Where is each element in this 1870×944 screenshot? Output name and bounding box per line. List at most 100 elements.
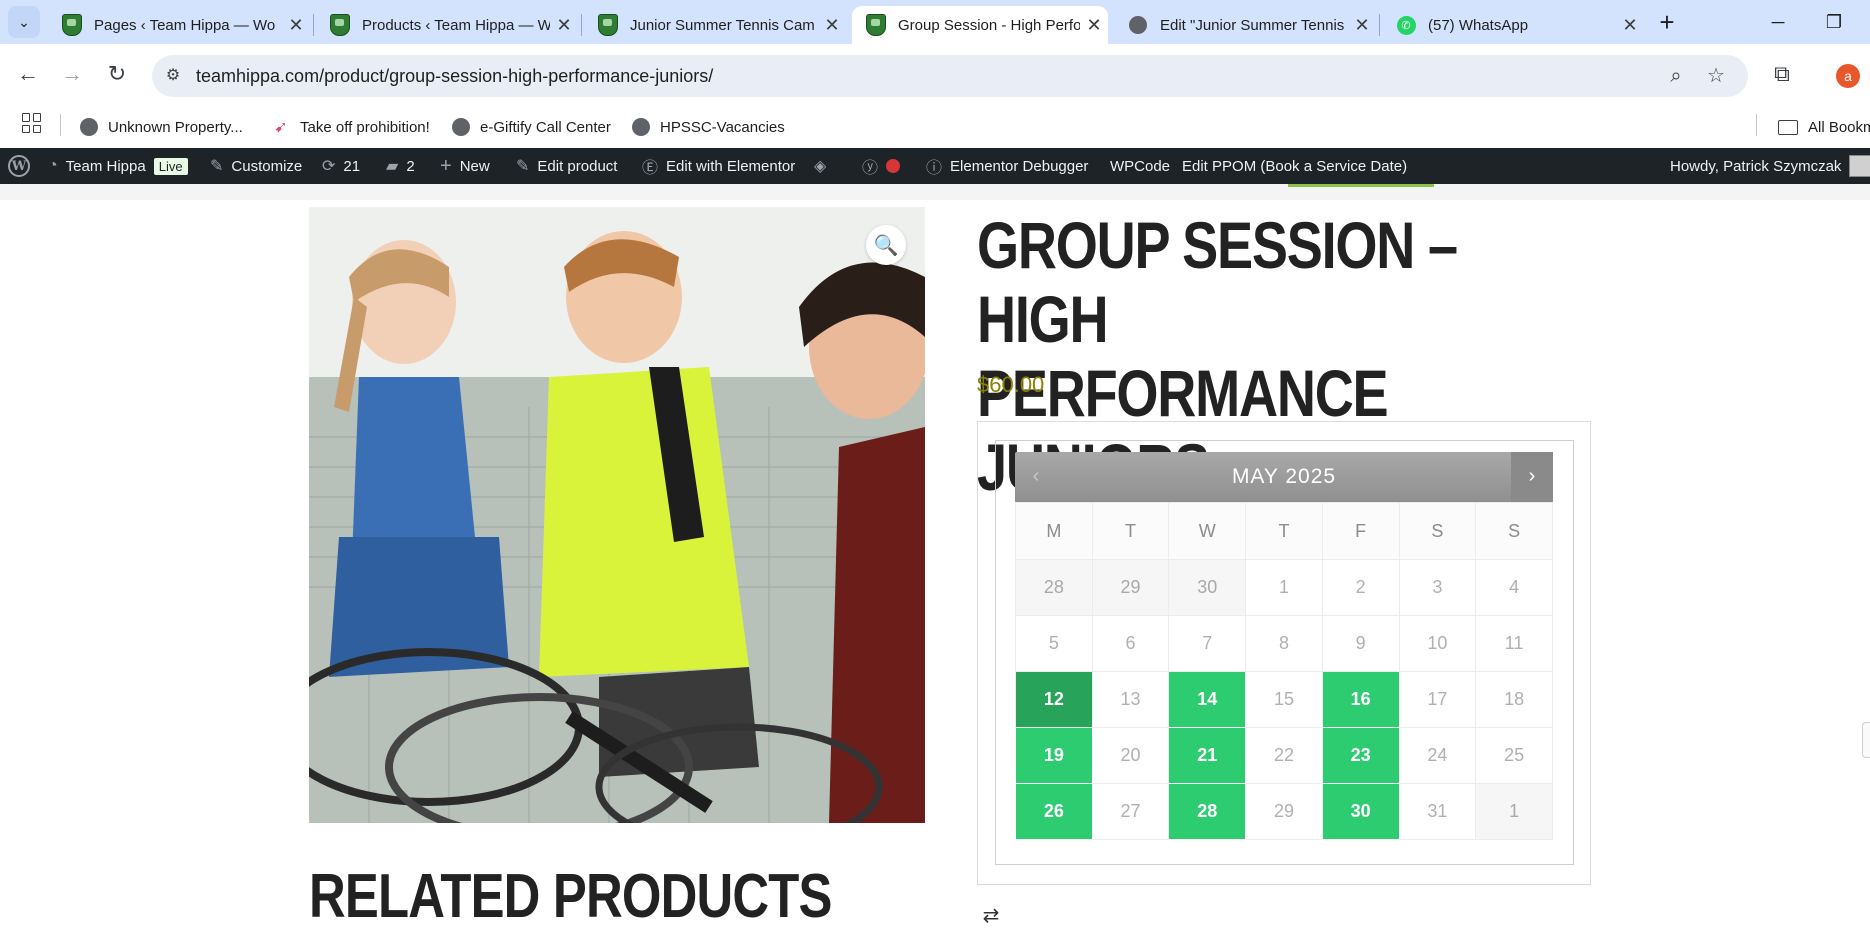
address-bar[interactable]: ⚙ teamhippa.com/product/group-session-hi… [152,55,1748,97]
wp-logo-menu[interactable]: W [8,148,30,184]
minimize-window-icon[interactable]: ─ [1754,6,1802,38]
wp-diamond-menu[interactable]: ◈ [814,148,834,184]
elementor-icon: Ⓔ [642,160,659,177]
calendar-weekday: S [1398,502,1477,560]
new-label: New [459,157,490,175]
url-path: /product/group-session-high-performance-… [319,66,714,86]
extensions-puzzle-icon[interactable]: ⧉ [1768,60,1796,88]
all-bookmarks-label: All Bookm [1808,118,1870,136]
close-tab-icon[interactable]: ✕ [1616,15,1644,36]
calendar-day-available[interactable]: 21 [1168,727,1247,784]
info-icon: ⓘ [926,160,943,177]
calendar-day: 20 [1091,727,1170,784]
restore-window-icon[interactable]: ❐ [1810,6,1858,38]
brush-icon: ✎ [210,158,224,175]
tab-pages[interactable]: Pages ‹ Team Hippa — Wo ✕ [48,6,310,44]
bookmark-e-giftify[interactable]: e-Giftify Call Center [452,112,611,142]
calendar-day-available[interactable]: 26 [1015,783,1093,840]
close-tab-icon[interactable]: ✕ [1348,15,1376,36]
calendar-next-month-button[interactable]: › [1511,452,1553,502]
tab-products[interactable]: Products ‹ Team Hippa — W ✕ [316,6,578,44]
repeat-icon[interactable]: ⇄ [980,905,1002,927]
team-hippa-favicon-icon [330,14,350,36]
whatsapp-favicon-icon: ✆ [1396,15,1416,35]
wp-site-name[interactable]: ◔ Team Hippa Live [48,148,188,184]
bookmark-unknown-property[interactable]: Unknown Property... [80,112,243,142]
calendar-weekday: W [1168,502,1247,560]
calendar-day: 28 [1015,559,1093,616]
calendar-day-available[interactable]: 19 [1015,727,1093,784]
calendar-weekday: T [1245,502,1323,560]
product-image[interactable] [309,207,925,823]
diamond-icon: ◈ [814,158,827,175]
calendar-day: 13 [1091,671,1170,728]
wp-yoast-seo[interactable]: ⓨ [862,148,901,184]
calendar-day: 1 [1245,559,1323,616]
plus-icon: + [440,154,452,177]
close-tab-icon[interactable]: ✕ [1080,15,1108,36]
apps-grid-icon[interactable] [22,113,42,133]
tab-junior-summer-tennis[interactable]: Junior Summer Tennis Cam ✕ [584,6,846,44]
calendar-day-available[interactable]: 16 [1321,671,1400,728]
globe-favicon-icon [1128,15,1148,35]
calendar-day: 6 [1091,615,1170,672]
tab-edit-junior-summer[interactable]: Edit "Junior Summer Tennis ✕ [1114,6,1376,44]
tab-whatsapp[interactable]: ✆ (57) WhatsApp ✕ [1382,6,1644,44]
tab-group-session[interactable]: Group Session - High Perfo ✕ [852,6,1108,44]
tab-title: (57) WhatsApp [1428,16,1529,34]
pencil-icon: ✎ [516,158,530,175]
bookmark-label: Unknown Property... [108,118,243,136]
calendar-day-selected[interactable]: 12 [1015,671,1093,728]
calendar-day: 30 [1168,559,1247,616]
new-tab-icon[interactable]: + [1652,8,1682,38]
related-products-heading: RELATED PRODUCTS [309,862,832,931]
calendar-day-available[interactable]: 14 [1168,671,1247,728]
close-tab-icon[interactable]: ✕ [818,15,846,36]
profile-avatar[interactable]: a [1836,64,1860,88]
wp-customize[interactable]: ✎ Customize [210,148,302,184]
wp-edit-with-elementor[interactable]: Ⓔ Edit with Elementor [642,148,795,184]
team-hippa-favicon-icon [866,14,886,36]
forward-arrow-icon[interactable]: → [56,58,88,90]
side-scroll-handle[interactable] [1862,722,1870,758]
zoom-icon[interactable]: ⌕ [1664,64,1688,88]
site-info-icon[interactable]: ⚙ [162,65,184,87]
seo-status-dot [886,159,901,173]
wp-edit-ppom[interactable]: Edit PPOM (Book a Service Date) [1182,148,1407,184]
wp-elementor-debugger[interactable]: ⓘ Elementor Debugger [926,148,1088,184]
wp-new[interactable]: + New [440,148,490,184]
wordpress-logo-icon: W [8,155,30,177]
all-bookmarks[interactable]: All Bookm [1778,112,1870,142]
page-header-strip [0,184,1870,200]
wp-my-account[interactable]: Howdy, Patrick Szymczak [1670,148,1870,184]
bookmark-take-off-prohibition[interactable]: ➹ Take off prohibition! [272,112,430,142]
calendar-day-available[interactable]: 23 [1321,727,1400,784]
wp-admin-bar: W ◔ Team Hippa Live ✎ Customize ⟳ 21 ▰ 2… [0,148,1870,184]
calendar-day-available[interactable]: 30 [1321,783,1400,840]
calendar-day: 4 [1475,559,1553,616]
wp-edit-product[interactable]: ✎ Edit product [516,148,617,184]
calendar-day: 17 [1398,671,1477,728]
bookmark-hpssc-vacancies[interactable]: HPSSC-Vacancies [632,112,785,142]
magnify-zoom-icon[interactable]: 🔍 [866,225,906,265]
wp-comments[interactable]: ▰ 2 [386,148,415,184]
reload-icon[interactable]: ↻ [101,58,133,90]
calendar-weekday: M [1015,502,1093,560]
calendar-day-available[interactable]: 28 [1168,783,1247,840]
bookmark-star-icon[interactable]: ☆ [1704,64,1728,88]
close-tab-icon[interactable]: ✕ [550,15,578,36]
booking-calendar: ‹ MAY 2025 › MTWTFSS 28 29 30 1 2 3 4 5 6 7 8 9 10 11… [1015,452,1553,840]
url-text[interactable]: teamhippa.com/product/group-session-high… [196,66,713,87]
tab-search-button[interactable]: ⌄ [8,6,40,38]
globe-icon [80,118,98,136]
edit-elementor-label: Edit with Elementor [666,157,796,175]
close-tab-icon[interactable]: ✕ [282,15,310,36]
calendar-weekday: T [1091,502,1170,560]
calendar-weekday: F [1321,502,1400,560]
back-arrow-icon[interactable]: ← [12,58,44,90]
wp-wpcode[interactable]: WPCode [1110,148,1170,184]
globe-icon [632,118,650,136]
elementor-debugger-label: Elementor Debugger [950,157,1089,175]
calendar-day: 2 [1321,559,1400,616]
wp-updates[interactable]: ⟳ 21 [322,148,360,184]
